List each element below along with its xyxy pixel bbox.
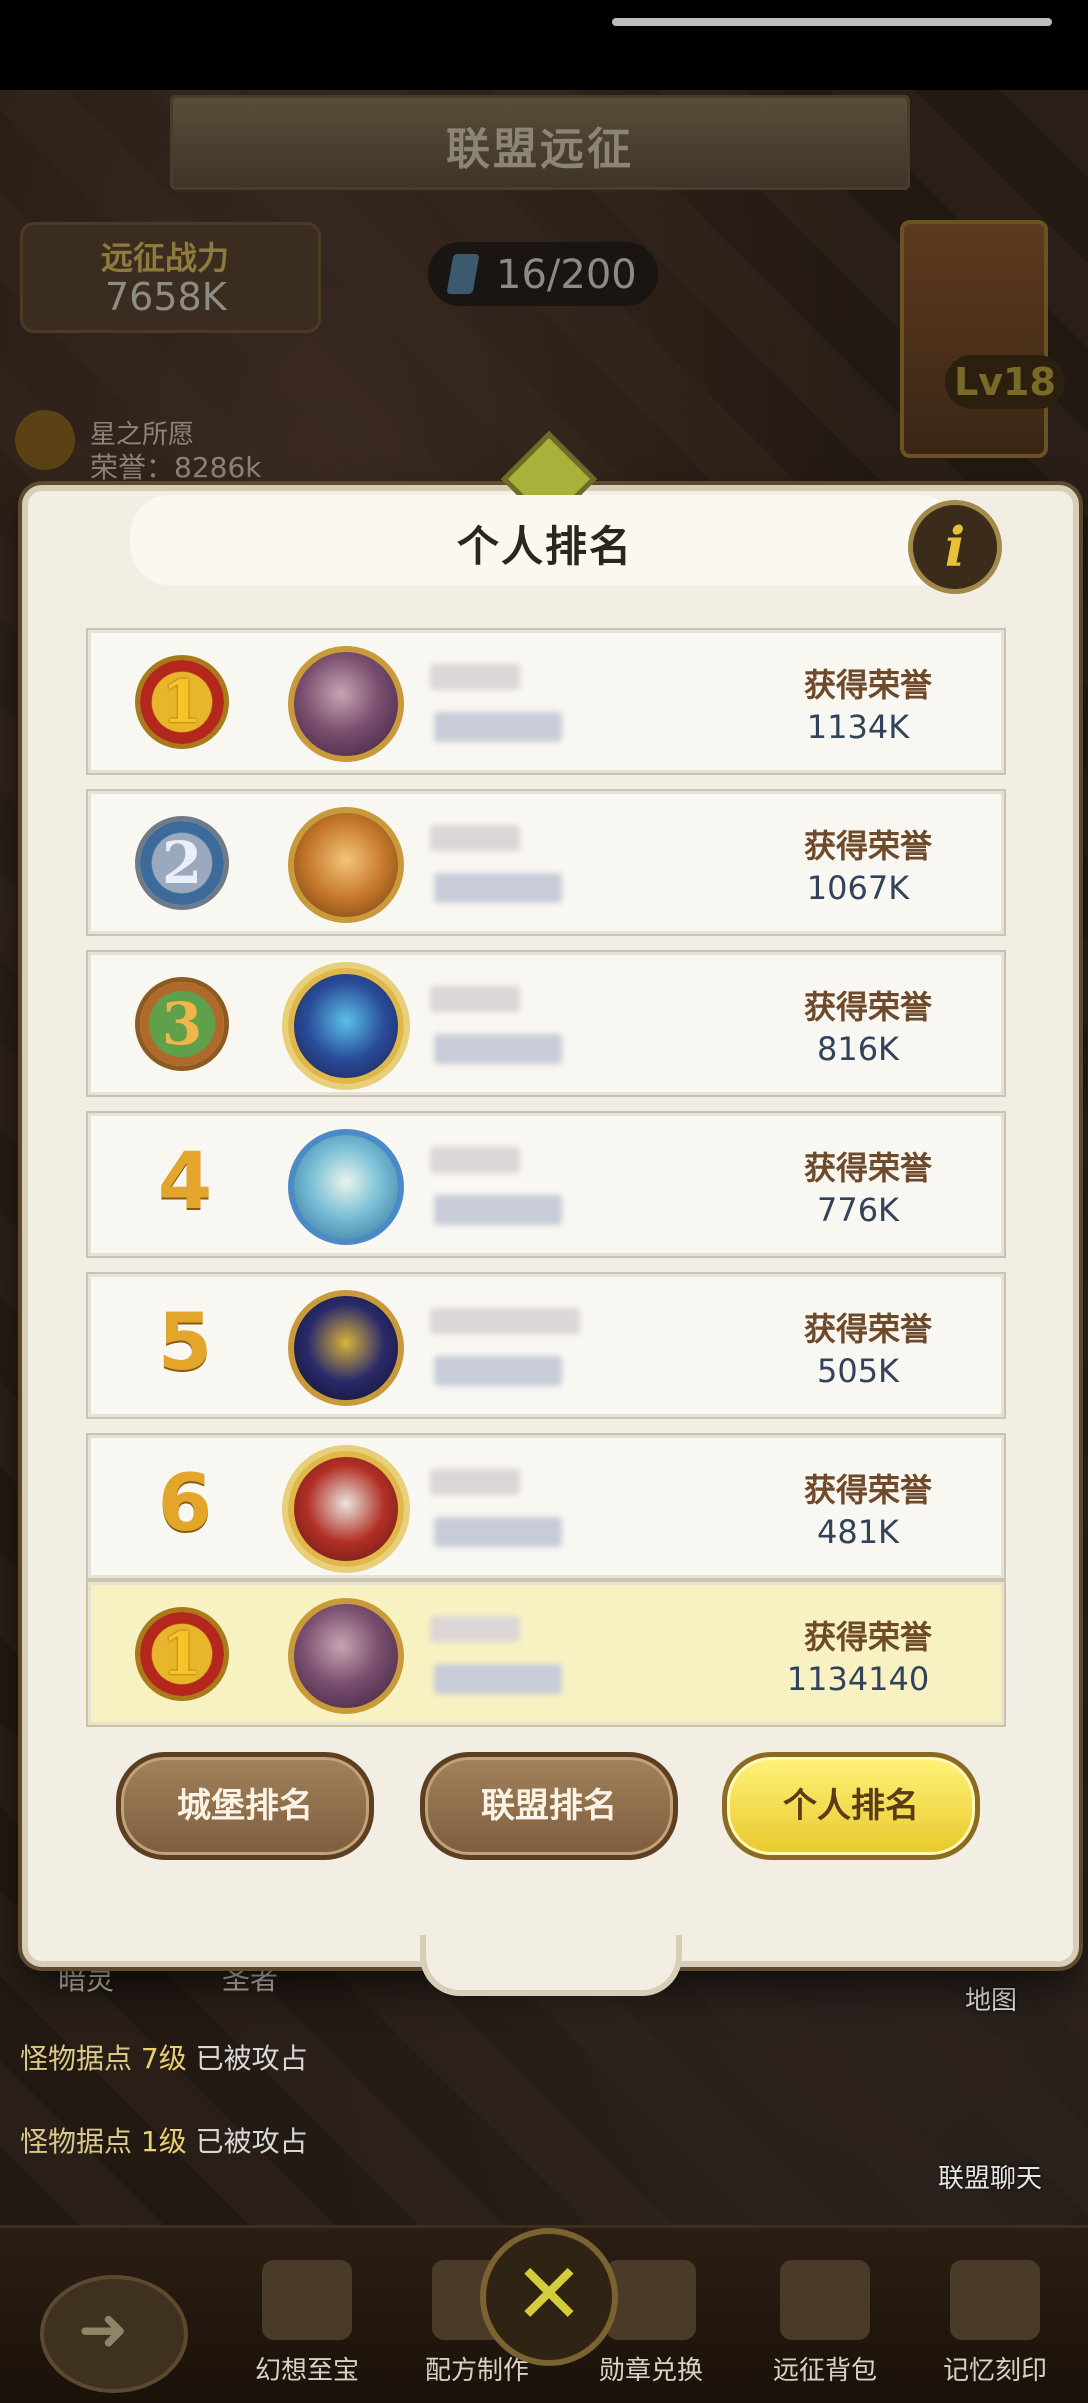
info-icon: i: [944, 515, 966, 579]
modal-bottom-tab: [420, 1935, 682, 1996]
blurred-player-guild: [434, 1517, 562, 1547]
ranking-row: 5 获得荣誉 505K: [86, 1272, 1006, 1419]
gold-medal-icon: 1: [140, 660, 224, 744]
toolbar-item-memory-engrave[interactable]: 记忆刻印: [920, 2250, 1070, 2400]
honor-label: 获得荣誉: [804, 1310, 933, 1348]
honor-value: 505K: [816, 1352, 900, 1390]
level-tag: Lv18: [945, 355, 1065, 409]
honor-value: 1134140: [786, 1660, 930, 1698]
monster-status-line: 怪物据点 7级 已被攻占: [20, 2037, 308, 2077]
guild-emblem-icon: [15, 410, 75, 470]
monster-line-prefix: 怪物据点: [20, 2125, 133, 2158]
ranking-row: 6 获得荣誉 481K: [86, 1433, 1006, 1580]
info-button[interactable]: i: [908, 500, 1002, 594]
engrave-icon: [950, 2260, 1040, 2340]
rank-number: 6: [157, 1459, 213, 1549]
monster-line-level: 1级: [140, 2125, 187, 2158]
ranking-row: 3 获得荣誉 816K: [86, 950, 1006, 1097]
honor-value: 1067K: [806, 869, 910, 907]
toolbar-item-label: 勋章兑换: [598, 2356, 703, 2386]
tab-alliance-ranking[interactable]: 联盟排名: [420, 1752, 678, 1860]
toolbar-item-backpack[interactable]: 远征背包: [750, 2250, 900, 2400]
modal-title: 个人排名: [456, 522, 633, 571]
guild-honor: 荣誉：8286k: [90, 451, 262, 484]
blurred-player-guild: [434, 1664, 562, 1694]
gem-counter: 16/200: [428, 242, 658, 306]
player-avatar-frame: [900, 220, 1048, 458]
bronze-medal-icon: 3: [140, 982, 224, 1066]
blurred-player-guild: [434, 873, 562, 903]
player-avatar[interactable]: [288, 646, 404, 762]
treasure-icon: [262, 2260, 352, 2340]
expedition-power-box: 远征战力 7658K: [20, 222, 321, 333]
blurred-player-name: [430, 1616, 520, 1642]
back-arrow-icon: ➜: [78, 2295, 129, 2365]
honor-label: 获得荣誉: [804, 1149, 933, 1187]
honor-label: 获得荣誉: [804, 988, 933, 1026]
ranking-row: 4 获得荣誉 776K: [86, 1111, 1006, 1258]
blurred-player-name: [430, 1308, 580, 1334]
guild-chat-label: 联盟聊天: [938, 2164, 1043, 2194]
blurred-player-guild: [434, 1195, 562, 1225]
player-avatar[interactable]: [288, 1129, 404, 1245]
toolbar-item-label: 记忆刻印: [942, 2356, 1047, 2386]
monster-line-status: 已被攻占: [195, 2125, 308, 2158]
toolbar-item-label: 幻想至宝: [254, 2356, 359, 2386]
player-avatar[interactable]: [288, 807, 404, 923]
modal-header: 个人排名: [130, 495, 960, 585]
toolbar-item-label: 远征背包: [772, 2356, 877, 2386]
backpack-icon: [780, 2260, 870, 2340]
power-value: 7658K: [105, 275, 227, 319]
monster-line-status: 已被攻占: [195, 2042, 308, 2075]
blurred-player-name: [430, 825, 520, 851]
self-avatar[interactable]: [288, 1598, 404, 1714]
power-label: 远征战力: [101, 239, 230, 277]
home-indicator: [612, 18, 1052, 26]
status-bar: [0, 0, 1088, 90]
player-avatar[interactable]: [288, 1290, 404, 1406]
page-title: 联盟远征: [446, 124, 634, 175]
close-icon: ✕: [513, 2245, 585, 2343]
toolbar-item-fantasy-treasure[interactable]: 幻想至宝: [232, 2250, 382, 2400]
map-label: 地图: [965, 1986, 1018, 2016]
blurred-player-guild: [434, 1356, 562, 1386]
blurred-player-guild: [434, 712, 562, 742]
player-avatar[interactable]: [288, 1451, 404, 1567]
honor-value: 776K: [816, 1191, 900, 1229]
self-ranking-row: 1 获得荣誉 1134140: [86, 1580, 1006, 1727]
monster-line-level: 7级: [140, 2042, 187, 2075]
tab-personal-ranking[interactable]: 个人排名: [722, 1752, 980, 1860]
blurred-player-name: [430, 1469, 520, 1495]
honor-value: 1134K: [806, 708, 910, 746]
honor-label: 获得荣誉: [804, 1618, 933, 1656]
monster-line-prefix: 怪物据点: [20, 2042, 133, 2075]
honor-label: 获得荣誉: [804, 827, 933, 865]
rank-number: 4: [157, 1137, 213, 1227]
monster-status-line: 怪物据点 1级 已被攻占: [20, 2120, 308, 2160]
top-banner: 联盟远征: [170, 95, 910, 190]
ranking-row: 1 获得荣誉 1134K: [86, 628, 1006, 775]
blurred-player-name: [430, 986, 520, 1012]
player-avatar[interactable]: [288, 968, 404, 1084]
close-button[interactable]: ✕: [480, 2228, 618, 2366]
blurred-player-name: [430, 1147, 520, 1173]
medal-icon: [606, 2260, 696, 2340]
back-button[interactable]: ➜: [40, 2275, 188, 2393]
honor-label: 获得荣誉: [804, 666, 933, 704]
honor-value: 816K: [816, 1030, 900, 1068]
gold-medal-icon: 1: [140, 1612, 224, 1696]
silver-medal-icon: 2: [140, 821, 224, 905]
blurred-player-guild: [434, 1034, 562, 1064]
ranking-row: 2 获得荣誉 1067K: [86, 789, 1006, 936]
gem-value: 16/200: [496, 252, 637, 298]
honor-label: 获得荣誉: [804, 1471, 933, 1509]
gem-icon: [446, 254, 480, 294]
honor-value: 481K: [816, 1513, 900, 1551]
rank-number: 5: [157, 1298, 213, 1388]
blurred-player-name: [430, 664, 520, 690]
tab-castle-ranking[interactable]: 城堡排名: [116, 1752, 374, 1860]
